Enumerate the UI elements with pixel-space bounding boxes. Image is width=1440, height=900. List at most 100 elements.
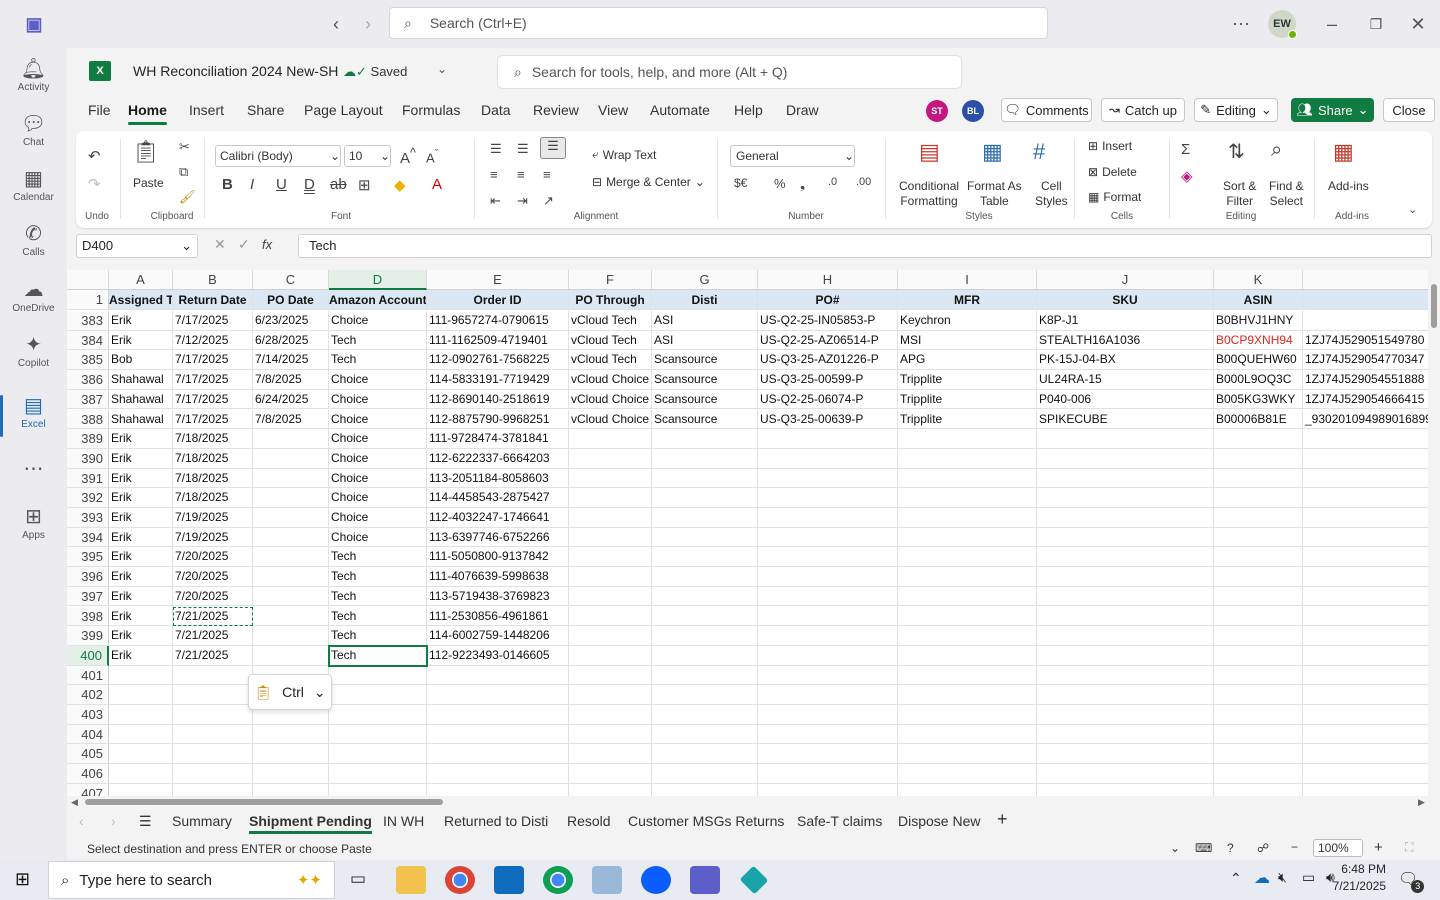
table-cell[interactable] [569, 586, 652, 607]
table-cell[interactable] [569, 685, 652, 705]
table-cell[interactable] [1037, 508, 1214, 528]
table-cell[interactable]: Erik [109, 330, 173, 351]
table-cell[interactable] [1214, 468, 1303, 489]
tab-review[interactable]: Review [533, 102, 579, 118]
cell-styles-icon[interactable]: # [1033, 139, 1045, 165]
table-cell[interactable]: Shahawal [109, 370, 173, 390]
table-cell[interactable]: US-Q3-25-AZ01226-P [758, 350, 898, 371]
table-cell[interactable] [173, 744, 253, 765]
table-cell[interactable] [1303, 586, 1440, 607]
row-header[interactable]: 390 [67, 448, 109, 469]
orientation-icon[interactable]: ↗ [543, 193, 554, 209]
table-cell[interactable] [1214, 685, 1303, 705]
table-cell[interactable]: 113-6397746-6752266 [427, 527, 569, 548]
align-bottom-icon[interactable]: ☰ [540, 137, 566, 159]
tab-file[interactable]: File [88, 102, 111, 118]
sort-filter-icon[interactable]: ⇅ [1228, 139, 1245, 164]
table-cell[interactable] [1303, 626, 1440, 646]
zoom-in-icon[interactable]: + [1374, 839, 1383, 856]
table-cell[interactable] [253, 468, 329, 489]
row-header[interactable]: 389 [67, 429, 109, 449]
table-cell[interactable]: Tech [329, 586, 427, 607]
table-cell[interactable]: 7/19/2025 [173, 508, 253, 528]
table-cell[interactable] [1037, 783, 1214, 796]
table-cell[interactable]: K8P-J1 [1037, 311, 1214, 331]
name-box[interactable]: D400 ⌄ [76, 234, 198, 258]
table-cell[interactable] [1037, 744, 1214, 765]
table-cell[interactable]: 7/8/2025 [253, 409, 329, 430]
table-cell[interactable]: 7/21/2025 [173, 606, 253, 627]
table-cell[interactable] [1214, 567, 1303, 587]
sheet-tab-resold[interactable]: Resold [567, 813, 611, 829]
table-cell[interactable]: Choice [329, 389, 427, 410]
table-cell[interactable] [1303, 606, 1440, 627]
teams-icon[interactable] [690, 866, 720, 894]
table-cell[interactable] [1037, 468, 1214, 489]
table-cell[interactable] [652, 448, 758, 469]
table-cell[interactable] [1037, 586, 1214, 607]
table-cell[interactable] [1303, 429, 1440, 449]
table-cell[interactable] [173, 724, 253, 745]
table-cell[interactable]: 1ZJ74J529054551888 [1303, 370, 1440, 390]
formula-input[interactable]: Tech [298, 234, 1432, 258]
table-cell[interactable]: 111-9657274-0790615 [427, 311, 569, 331]
table-cell[interactable]: B0BHVJ1HNY [1214, 311, 1303, 331]
table-cell[interactable] [1303, 488, 1440, 508]
table-cell[interactable]: B000L9OQ3C [1214, 370, 1303, 390]
table-cell[interactable] [1037, 527, 1214, 548]
table-cell[interactable] [1214, 606, 1303, 627]
format-cells-button[interactable]: ▦ Format [1088, 190, 1141, 204]
table-cell[interactable] [652, 508, 758, 528]
table-cell[interactable]: STEALTH16A1036 [1037, 330, 1214, 351]
document-title[interactable]: WH Reconciliation 2024 New-SH [133, 63, 338, 79]
tab-draw[interactable]: Draw [786, 102, 819, 118]
rail-onedrive[interactable]: ☁ OneDrive [0, 273, 67, 327]
table-cell[interactable] [758, 429, 898, 449]
table-cell[interactable] [329, 724, 427, 745]
onedrive-cloud-icon[interactable]: ☁ [1254, 868, 1270, 888]
currency-icon[interactable]: $€ [734, 176, 747, 190]
redo-icon[interactable]: ↷ [88, 175, 101, 193]
table-cell[interactable]: 7/14/2025 [253, 350, 329, 371]
table-cell[interactable]: US-Q3-25-00599-P [758, 370, 898, 390]
header-cell[interactable]: SKU [1037, 290, 1214, 310]
table-cell[interactable]: US-Q2-25-AZ06514-P [758, 330, 898, 351]
table-cell[interactable] [173, 764, 253, 784]
table-cell[interactable] [652, 764, 758, 784]
table-cell[interactable] [253, 527, 329, 548]
increase-decimal-icon[interactable]: .0 [828, 176, 837, 188]
table-cell[interactable] [758, 468, 898, 489]
keyboard-icon[interactable]: ⌨ [1195, 841, 1212, 855]
row-header[interactable]: 395 [67, 547, 109, 568]
table-cell[interactable]: Tech [329, 330, 427, 351]
sheet-tab-safe-t-claims[interactable]: Safe-T claims [797, 813, 882, 829]
table-cell[interactable]: Tripplite [898, 409, 1037, 430]
table-cell[interactable]: Choice [329, 488, 427, 508]
table-cell[interactable]: Choice [329, 311, 427, 331]
editing-mode-button[interactable]: ✎ Editing ⌄ [1194, 98, 1278, 122]
comments-button[interactable]: 🗨︎ Comments [1001, 98, 1092, 122]
sheet-tab-in-wh[interactable]: IN WH [383, 813, 424, 829]
table-cell[interactable] [1214, 586, 1303, 607]
table-cell[interactable] [329, 665, 427, 686]
tab-view[interactable]: View [598, 102, 628, 118]
table-cell[interactable]: 7/17/2025 [173, 370, 253, 390]
rail-calls[interactable]: ✆ Calls [0, 217, 67, 271]
table-cell[interactable]: 111-9728474-3781841 [427, 429, 569, 449]
column-header[interactable]: F [569, 270, 652, 290]
app-diamond-icon[interactable] [739, 865, 769, 895]
table-cell[interactable] [652, 744, 758, 765]
table-cell[interactable]: Erik [109, 586, 173, 607]
table-cell[interactable]: 1ZJ74J529051549780 [1303, 330, 1440, 351]
table-cell[interactable] [1214, 783, 1303, 796]
table-cell[interactable] [569, 547, 652, 568]
italic-icon[interactable]: I [250, 176, 254, 193]
table-cell[interactable] [1214, 764, 1303, 784]
vertical-scroll-thumb[interactable] [1431, 284, 1437, 328]
table-cell[interactable]: 113-2051184-8058603 [427, 468, 569, 489]
table-cell[interactable] [173, 705, 253, 725]
table-cell[interactable] [427, 705, 569, 725]
table-cell[interactable] [758, 567, 898, 587]
add-sheet-icon[interactable]: + [997, 809, 1008, 830]
table-cell[interactable]: 111-1162509-4719401 [427, 330, 569, 351]
